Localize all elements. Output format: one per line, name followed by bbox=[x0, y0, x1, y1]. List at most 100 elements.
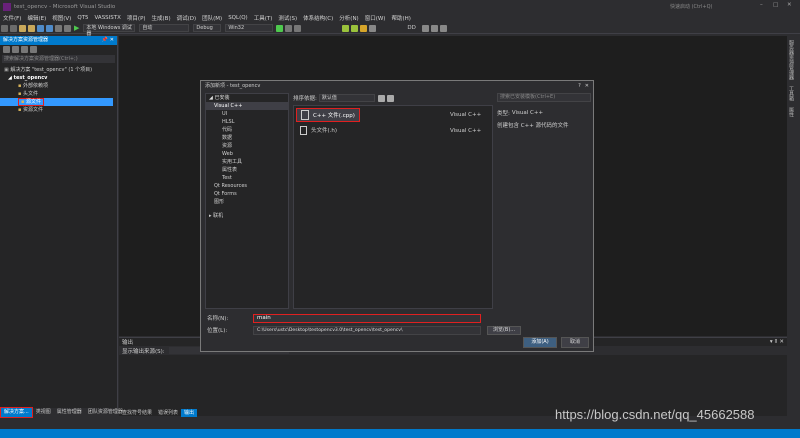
save-icon[interactable] bbox=[37, 24, 44, 32]
tree-item-source-files[interactable]: ▪ 源文件 bbox=[0, 98, 113, 106]
menu-item[interactable]: SQL(Q) bbox=[225, 15, 251, 21]
solution-node[interactable]: ▣ 解决方案 "test_opencv" (1 个项目) bbox=[4, 66, 113, 74]
menu-item[interactable]: 文件(F) bbox=[0, 14, 24, 22]
maximize-button[interactable]: □ bbox=[773, 2, 778, 8]
project-node[interactable]: ◢ test_opencv bbox=[4, 74, 113, 82]
tree-item-external-deps[interactable]: ▪ 外部依赖项 bbox=[4, 82, 113, 90]
menu-item[interactable]: 调试(D) bbox=[174, 14, 200, 22]
cancel-button[interactable]: 取消 bbox=[561, 337, 589, 348]
quick-launch-input[interactable]: 快速启动 (Ctrl+Q) bbox=[670, 3, 750, 10]
category-item[interactable]: UI bbox=[206, 110, 288, 118]
category-item[interactable]: HLSL bbox=[206, 118, 288, 126]
menu-item[interactable]: 工具(T) bbox=[251, 14, 276, 22]
dialog-title-bar: 添加新项 - test_opencv ? ✕ bbox=[201, 81, 593, 91]
category-item[interactable]: Qt Forms bbox=[206, 190, 288, 198]
toolbox-tab[interactable]: 工具箱 bbox=[788, 86, 795, 101]
step-icon[interactable] bbox=[285, 24, 293, 32]
menu-item[interactable]: 视图(V) bbox=[49, 14, 74, 22]
category-item[interactable]: 实用工具 bbox=[206, 158, 288, 166]
category-item[interactable]: Qt Resources bbox=[206, 182, 288, 190]
qt-icon[interactable] bbox=[342, 24, 350, 32]
tab-class-view[interactable]: 类视图 bbox=[33, 408, 54, 417]
name-input[interactable]: main bbox=[253, 313, 481, 323]
location-row: 位置(L): C:\Users\ustc\Desktop\testopencv3… bbox=[207, 325, 587, 335]
template-cpp-file[interactable]: C++ 文件(.cpp) bbox=[296, 108, 360, 122]
platform-select[interactable]: Win32 bbox=[225, 24, 274, 32]
pin-icon[interactable]: 📌 bbox=[102, 36, 108, 45]
category-item[interactable]: Visual C++ bbox=[206, 102, 288, 110]
category-item[interactable]: 资源 bbox=[206, 142, 288, 150]
server-explorer-tab[interactable]: 服务器资源管理器 bbox=[788, 40, 795, 80]
online-node[interactable]: ▸ 联机 bbox=[206, 212, 288, 220]
category-item[interactable]: Web bbox=[206, 150, 288, 158]
undo-icon[interactable] bbox=[55, 24, 62, 32]
start-debug-icon[interactable]: ▶ bbox=[74, 24, 79, 32]
menu-item[interactable]: 窗口(W) bbox=[362, 14, 389, 22]
qt-linguist-icon[interactable] bbox=[360, 24, 368, 32]
category-item[interactable]: 图形 bbox=[206, 198, 288, 206]
collapse-icon[interactable] bbox=[21, 46, 28, 53]
redo-icon[interactable] bbox=[64, 24, 71, 32]
debugger-select[interactable]: 本地 Windows 调试器 bbox=[83, 24, 136, 37]
bookmark-icon[interactable] bbox=[439, 24, 447, 32]
tab-team-explorer[interactable]: 团队资源管理器 bbox=[85, 408, 126, 417]
left-bottom-tabs: 解决方案... 类视图 属性管理器 团队资源管理器 bbox=[0, 407, 126, 418]
tab-property-manager[interactable]: 属性管理器 bbox=[54, 408, 85, 417]
close-button[interactable]: ✕ bbox=[787, 2, 792, 8]
new-project-icon[interactable] bbox=[19, 24, 26, 32]
list-view-icon[interactable] bbox=[386, 94, 394, 102]
menu-item[interactable]: 编辑(E) bbox=[24, 14, 49, 22]
category-item[interactable]: 数据 bbox=[206, 134, 288, 142]
menu-item[interactable]: 项目(P) bbox=[124, 14, 149, 22]
menu-item[interactable]: 帮助(H) bbox=[388, 14, 413, 22]
tab-output[interactable]: 输出 bbox=[181, 409, 198, 417]
dialog-close-icon[interactable]: ✕ bbox=[585, 81, 589, 91]
location-input[interactable]: C:\Users\ustc\Desktop\testopencv3.0\test… bbox=[253, 325, 481, 335]
category-item[interactable]: 属性表 bbox=[206, 166, 288, 174]
installed-node[interactable]: ◢ 已安装 bbox=[206, 94, 288, 102]
grid-view-icon[interactable] bbox=[377, 94, 385, 102]
menu-item[interactable]: 测试(S) bbox=[275, 14, 300, 22]
dd-label[interactable]: DD bbox=[407, 25, 415, 31]
menu-item[interactable]: 分析(N) bbox=[336, 14, 361, 22]
properties-tab[interactable]: 属性 bbox=[788, 107, 795, 117]
template-search-input[interactable]: 搜索已安装模板(Ctrl+E) bbox=[497, 93, 591, 102]
open-icon[interactable] bbox=[28, 24, 35, 32]
menu-item[interactable]: QT5 bbox=[74, 15, 91, 21]
add-button[interactable]: 添加(A) bbox=[523, 337, 557, 348]
refresh-icon[interactable] bbox=[12, 46, 19, 53]
tab-error-list[interactable]: 错误列表 bbox=[155, 409, 181, 417]
category-item[interactable]: 代码 bbox=[206, 126, 288, 134]
tab-solution-explorer[interactable]: 解决方案... bbox=[0, 407, 33, 418]
minimize-button[interactable]: – bbox=[760, 2, 763, 8]
menu-item[interactable]: 体系结构(C) bbox=[300, 14, 336, 22]
comment-icon[interactable] bbox=[430, 24, 438, 32]
format-icon[interactable] bbox=[421, 24, 429, 32]
run-icon[interactable] bbox=[276, 24, 284, 32]
menu-item[interactable]: 生成(B) bbox=[149, 14, 174, 22]
configuration-select[interactable]: Debug bbox=[193, 24, 222, 32]
browse-button[interactable]: 浏览(B)... bbox=[487, 325, 521, 335]
menu-item[interactable]: VASSISTX bbox=[92, 15, 124, 21]
show-all-icon[interactable] bbox=[30, 46, 37, 53]
auto-select[interactable]: 自动 bbox=[139, 24, 190, 32]
home-icon[interactable] bbox=[3, 46, 10, 53]
close-panel-icon[interactable]: ✕ bbox=[110, 36, 114, 45]
forward-icon[interactable] bbox=[10, 24, 17, 32]
qt-designer-icon[interactable] bbox=[351, 24, 359, 32]
find-icon[interactable] bbox=[294, 24, 302, 32]
menu-item[interactable]: 团队(M) bbox=[199, 14, 225, 22]
solution-search-input[interactable]: 搜索解决方案资源管理器(Ctrl+;) bbox=[2, 55, 115, 63]
tree-item-header-files[interactable]: ▪ 头文件 bbox=[4, 90, 113, 98]
template-list: C++ 文件(.cpp) Visual C++ 头文件(.h) Visual C… bbox=[293, 105, 493, 309]
sort-select[interactable]: 默认值 bbox=[318, 94, 375, 102]
tree-item-resource-files[interactable]: ▪ 资源文件 bbox=[4, 106, 113, 114]
watermark-text: https://blog.csdn.net/qq_45662588 bbox=[555, 407, 755, 422]
output-pin-icon[interactable]: ▾ ⌷ ✕ bbox=[770, 339, 784, 346]
dialog-help-icon[interactable]: ? bbox=[578, 81, 581, 91]
back-icon[interactable] bbox=[1, 24, 8, 32]
tree-item-label: 资源文件 bbox=[22, 107, 43, 113]
qt-options-icon[interactable] bbox=[369, 24, 377, 32]
save-all-icon[interactable] bbox=[46, 24, 53, 32]
category-item[interactable]: Test bbox=[206, 174, 288, 182]
